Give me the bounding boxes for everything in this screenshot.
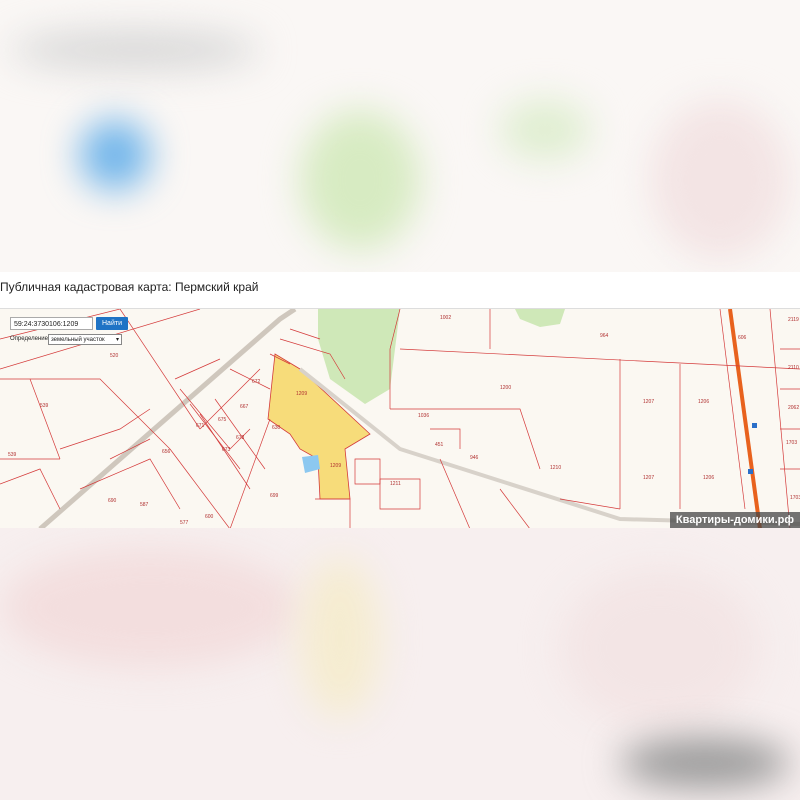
plot-label-1002: 1002 xyxy=(440,315,451,321)
find-button[interactable]: Найти xyxy=(96,317,128,330)
plot-label-606: 606 xyxy=(738,335,747,341)
plot-label-520: 520 xyxy=(110,353,119,359)
plot-label-656: 656 xyxy=(162,449,171,455)
plot-label-672: 672 xyxy=(252,379,261,385)
plot-label-673b: 673 xyxy=(222,447,231,453)
plot-label-667: 667 xyxy=(240,404,249,410)
plot-label-2062: 2062 xyxy=(788,405,799,411)
plot-label-630: 630 xyxy=(272,425,281,431)
plot-label-1703: 1703 xyxy=(786,440,797,446)
plot-label-600: 600 xyxy=(205,514,214,520)
pond xyxy=(302,455,320,473)
plot-label-946: 946 xyxy=(470,455,479,461)
plot-label-1206: 1206 xyxy=(698,399,709,405)
plot-label-1209: 1209 xyxy=(296,391,307,397)
plot-label-1206b: 1206 xyxy=(703,475,714,481)
plot-label-451: 451 xyxy=(435,442,444,448)
cadastral-map-panel: Публичная кадастровая карта: Пермский кр… xyxy=(0,272,800,529)
plot-label-539b: 539 xyxy=(8,452,17,458)
plot-label-675: 675 xyxy=(218,417,227,423)
definition-selected-value: земельный участок xyxy=(51,337,105,343)
road-marker xyxy=(752,423,757,428)
plot-labels: 1002 964 2119 520 539 539 672 667 630 67… xyxy=(8,315,800,526)
plot-label-690: 690 xyxy=(108,498,117,504)
plot-label-673: 673 xyxy=(236,435,245,441)
highway xyxy=(728,309,762,529)
plot-label-2119: 2119 xyxy=(788,317,799,323)
plot-label-577: 577 xyxy=(180,520,189,526)
plot-label-1211: 1211 xyxy=(390,481,401,487)
cadastral-map[interactable]: 1002 964 2119 520 539 539 672 667 630 67… xyxy=(0,308,800,529)
plot-label-1703b: 1703 xyxy=(790,495,800,501)
plot-label-2110: 2110 xyxy=(788,365,799,371)
definition-select[interactable]: земельный участок ▾ xyxy=(48,334,122,345)
plot-label-671: 671 xyxy=(196,423,205,429)
plot-label-1207b: 1207 xyxy=(643,475,654,481)
blurred-background-bottom xyxy=(0,528,800,800)
plot-label-1200: 1200 xyxy=(500,385,511,391)
cadastral-number-input[interactable]: 59:24:3730106:1209 xyxy=(10,317,93,330)
plot-label-964: 964 xyxy=(600,333,609,339)
plot-label-1210: 1210 xyxy=(550,465,561,471)
page-title: Публичная кадастровая карта: Пермский кр… xyxy=(0,280,259,294)
definition-label: Определение xyxy=(10,336,48,342)
plot-label-699: 699 xyxy=(270,493,279,499)
plot-label-539: 539 xyxy=(40,403,49,409)
forest-area xyxy=(318,309,400,404)
forest-area-2 xyxy=(515,309,565,327)
plot-label-1207: 1207 xyxy=(643,399,654,405)
plot-label-1209b: 1209 xyxy=(330,463,341,469)
road-marker-2 xyxy=(748,469,753,474)
blurred-background-top xyxy=(0,0,800,272)
watermark: Квартиры-домики.рф xyxy=(669,512,800,529)
plot-label-587: 587 xyxy=(140,502,149,508)
plot-label-1036: 1036 xyxy=(418,413,429,419)
chevron-down-icon: ▾ xyxy=(115,337,119,343)
